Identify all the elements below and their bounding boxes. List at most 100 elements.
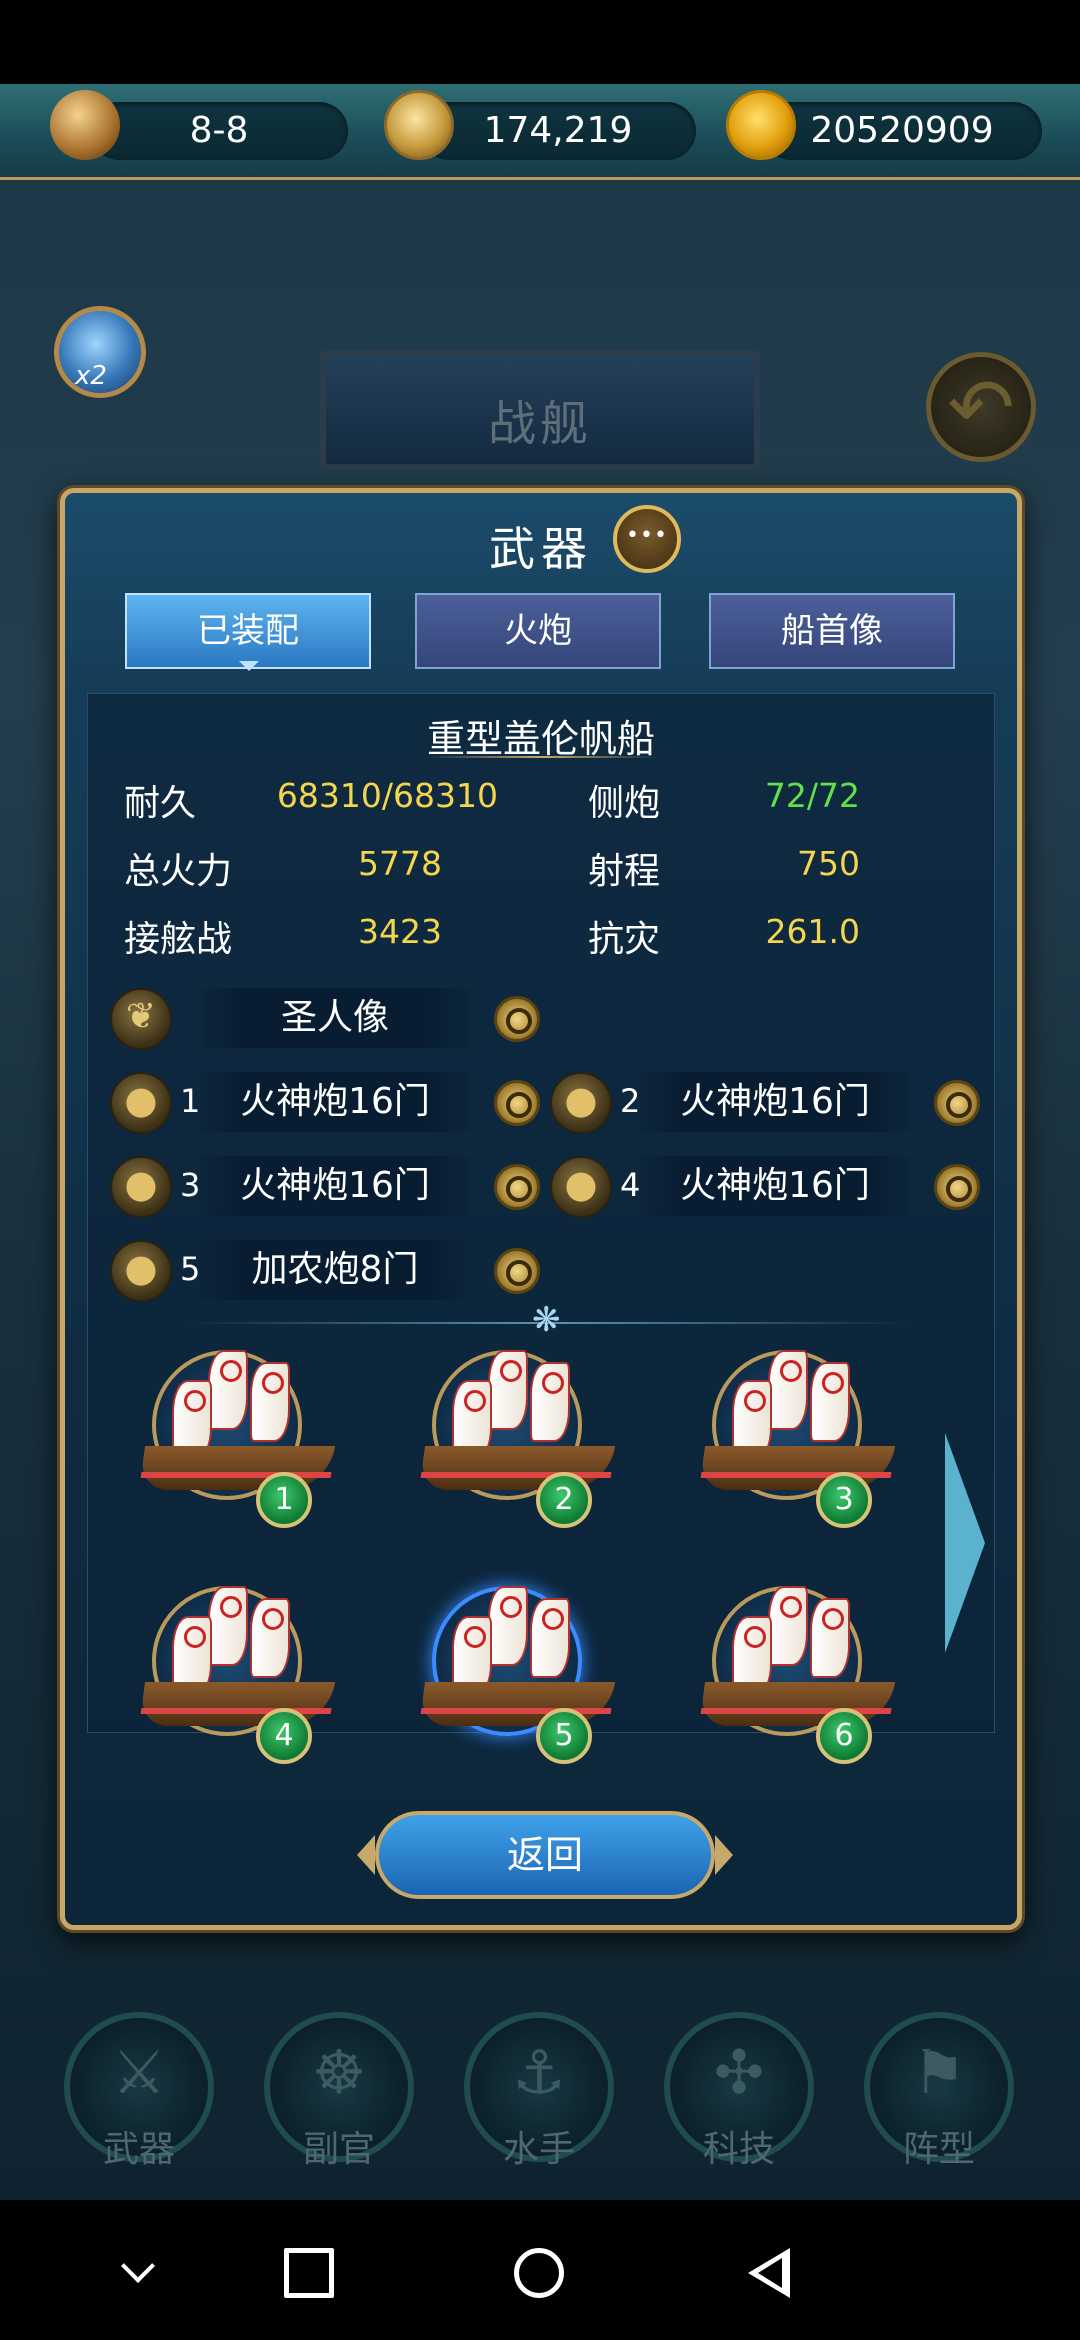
stat-label-disaster-resist: 抗灾 [588,919,661,960]
menu-tech-button[interactable]: ✣ 科技 [664,2012,814,2170]
next-page-arrow-icon[interactable] [945,1433,985,1653]
back-arrow-icon[interactable] [926,352,1036,462]
sail-icon [768,1350,808,1430]
fleet-ship-4[interactable]: 4 [138,1570,338,1770]
ship-details-area: 重型盖伦帆船 耐久 68310/68310 侧炮 72/72 总火力 5778 … [87,693,995,1764]
cannon-icon [110,1156,172,1218]
cannon-slot-number: 3 [180,1166,201,1204]
chat-bubble-icon[interactable] [613,505,681,573]
fleet-ship-6[interactable]: 6 [698,1570,898,1770]
cannon-icon [110,1240,172,1302]
nav-collapse-icon[interactable] [116,2248,166,2298]
return-button[interactable]: 返回 [357,1811,733,1899]
navigation-bar [0,2200,1080,2340]
panel-title: 武器 [489,522,593,576]
sail-icon [810,1598,850,1678]
cannon-icon [110,1072,172,1134]
sail-icon [768,1586,808,1666]
nav-recents-icon[interactable] [284,2248,334,2298]
zoom-multiplier-label: x2 [75,361,107,391]
silver-display: 174,219 [420,102,696,160]
stage-value: 8-8 [189,110,249,151]
cannon-slot-number: 5 [180,1250,201,1288]
cannon-slot-1-name[interactable]: 火神炮16门 [200,1072,470,1132]
resource-bar: 8-8 174,219 20520909 [0,84,1080,180]
cannon-2-magnifier-icon[interactable] [934,1080,980,1126]
cannon-3-magnifier-icon[interactable] [494,1164,540,1210]
nav-home-icon[interactable] [514,2248,564,2298]
tab-equipped[interactable]: 已装配 [125,593,371,671]
figurehead-slot-name[interactable]: 圣人像 [200,988,470,1048]
ship-name: 重型盖伦帆船 [426,717,655,761]
cannon-slot-4-name[interactable]: 火神炮16门 [640,1156,910,1216]
hook-icon: ⚓ [512,2038,566,2108]
menu-label: 阵型 [902,2129,975,2170]
figurehead-wing-icon [110,988,172,1050]
hourglass-icon [50,90,120,160]
sail-icon [530,1598,570,1678]
cannon-slot-number: 1 [180,1082,201,1120]
sail-icon [250,1598,290,1678]
sail-icon [250,1362,290,1442]
menu-officer-button[interactable]: ☸ 副官 [264,2012,414,2170]
fleet-ship-2[interactable]: 2 [418,1334,618,1534]
cannon-slot-number: 4 [620,1166,641,1204]
cannon-1-magnifier-icon[interactable] [494,1080,540,1126]
scene-title-banner: 战舰 [320,350,760,470]
gold-coin-icon [726,90,796,160]
figurehead-magnifier-icon[interactable] [494,996,540,1042]
fleet-ship-1[interactable]: 1 [138,1334,338,1534]
menu-sailors-button[interactable]: ⚓ 水手 [464,2012,614,2170]
scene-title: 战舰 [487,396,592,452]
fleet-ship-5-selected[interactable]: 5 [418,1570,618,1770]
stat-label-firepower: 总火力 [124,851,233,892]
cannon-slot-2-name[interactable]: 火神炮16门 [640,1072,910,1132]
stat-value-durability: 68310/68310 [276,776,498,815]
cannon-slot-5-name[interactable]: 加农炮8门 [200,1240,470,1300]
ship-number-badge: 6 [816,1708,872,1764]
sail-icon [530,1362,570,1442]
menu-formation-button[interactable]: ⚑ 阵型 [864,2012,1014,2170]
ship-number-badge: 1 [256,1472,312,1528]
status-bar [0,0,1080,84]
compass-coin-icon [384,90,454,160]
nav-back-icon[interactable] [744,2248,794,2298]
menu-label: 武器 [102,2129,175,2170]
stat-value-disaster-resist: 261.0 [765,912,860,951]
sail-icon [488,1350,528,1430]
menu-label: 科技 [702,2129,775,2170]
cannon-icon [550,1156,612,1218]
tab-cannons[interactable]: 火炮 [415,593,661,669]
sail-icon [208,1586,248,1666]
stage-display: 8-8 [90,102,348,160]
zoom-magnifier-button[interactable]: x2 [54,306,146,398]
ship-number-badge: 2 [536,1472,592,1528]
fleet-ship-3[interactable]: 3 [698,1334,898,1534]
tab-figurehead[interactable]: 船首像 [709,593,955,669]
sail-icon [208,1350,248,1430]
stat-label-durability: 耐久 [124,783,197,824]
flag-icon: ⚑ [912,2038,966,2108]
cannon-slot-3-name[interactable]: 火神炮16门 [200,1156,470,1216]
menu-label: 水手 [502,2129,575,2170]
ship-number-badge: 4 [256,1708,312,1764]
ship-number-badge: 5 [536,1708,592,1764]
menu-label: 副官 [302,2129,375,2170]
ship-number-badge: 3 [816,1472,872,1528]
cannon-4-magnifier-icon[interactable] [934,1164,980,1210]
stat-label-range: 射程 [588,851,661,892]
ship-wheel-icon: ☸ [312,2038,366,2108]
cannon-slot-number: 2 [620,1082,641,1120]
ship-name-underline [428,756,658,758]
cannon-5-magnifier-icon[interactable] [494,1248,540,1294]
sail-icon [488,1586,528,1666]
gold-value: 20520909 [810,110,994,151]
menu-weapons-button[interactable]: ⚔ 武器 [64,2012,214,2170]
silver-value: 174,219 [483,110,633,151]
stat-label-boarding: 接舷战 [124,919,233,960]
stat-value-broadside: 72/72 [764,776,860,815]
stat-value-firepower: 5778 [358,844,442,883]
stat-label-broadside: 侧炮 [588,783,661,824]
compass-icon: ✣ [713,2038,765,2108]
gold-display: 20520909 [762,102,1042,160]
